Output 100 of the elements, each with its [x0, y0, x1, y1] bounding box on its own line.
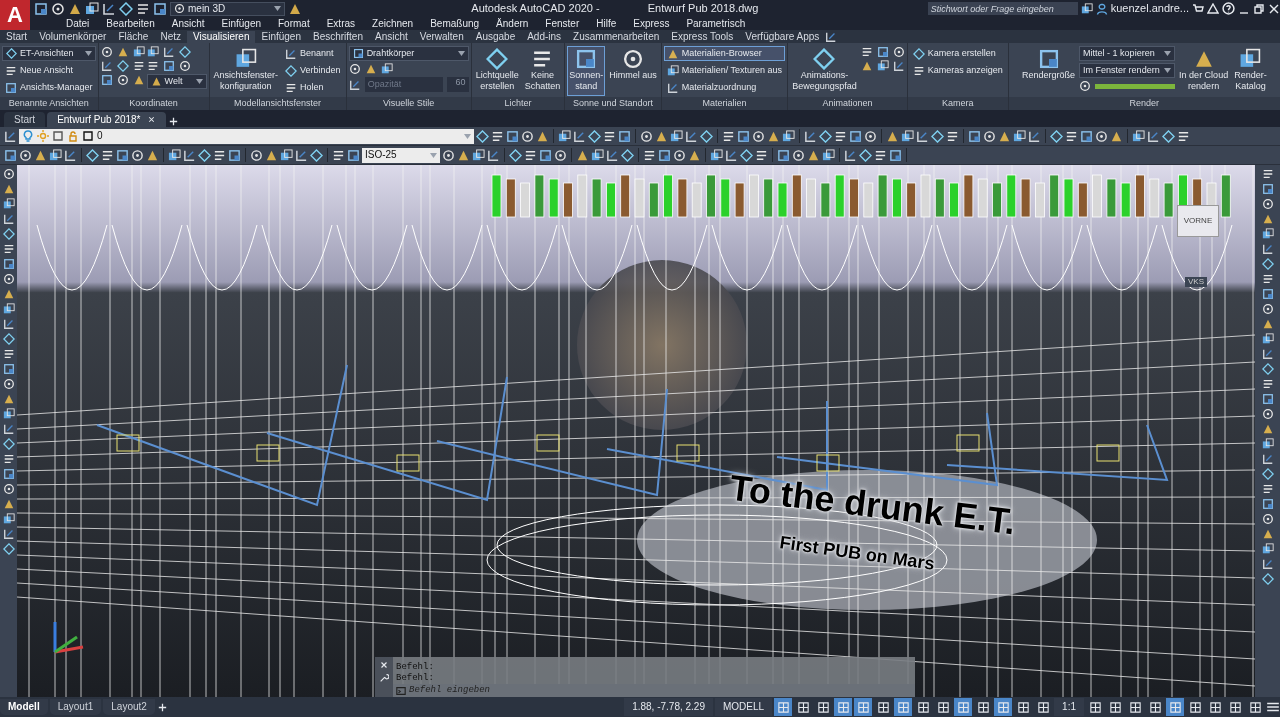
tool-icon[interactable] — [2, 528, 15, 540]
tool-icon[interactable] — [643, 148, 656, 162]
square-icon[interactable] — [82, 130, 94, 142]
tool-icon[interactable] — [876, 60, 889, 72]
tool-icon[interactable] — [1261, 333, 1274, 345]
tool-icon[interactable] — [162, 46, 175, 58]
ribbon-tab[interactable]: Add-ins — [521, 30, 568, 43]
application-logo[interactable]: A — [0, 0, 30, 30]
tool-icon[interactable] — [804, 129, 817, 143]
menu-item[interactable]: Ansicht — [171, 17, 205, 30]
wrench-icon[interactable] — [379, 673, 389, 683]
tool-icon[interactable] — [2, 318, 15, 330]
tool-icon[interactable] — [132, 46, 145, 58]
tool-icon[interactable] — [685, 129, 698, 143]
tool-icon[interactable] — [49, 148, 62, 162]
tool-icon[interactable] — [946, 129, 959, 143]
tool-icon[interactable] — [472, 148, 485, 162]
tool-icon[interactable] — [168, 148, 181, 162]
ribbon-button[interactable]: Kamera erstellen — [909, 46, 1006, 61]
model-space-toggle[interactable]: MODELL — [714, 698, 773, 716]
ribbon-button[interactable]: Ansichts-Manager — [2, 80, 96, 95]
status-toggle[interactable] — [894, 698, 913, 716]
annotation-scale[interactable]: 1:1 — [1054, 698, 1084, 716]
tool-icon[interactable] — [2, 423, 15, 435]
ribbon-tab[interactable]: Netz — [154, 30, 187, 43]
tool-icon[interactable] — [558, 129, 571, 143]
tool-icon[interactable] — [1147, 129, 1160, 143]
status-toggle[interactable] — [954, 698, 973, 716]
layer-dropdown[interactable]: 0 — [19, 128, 474, 144]
ucs-menu[interactable]: VKS — [1185, 277, 1207, 287]
ribbon-tab[interactable]: Start — [0, 30, 34, 43]
tool-icon[interactable] — [822, 148, 835, 162]
tool-icon[interactable] — [119, 1, 133, 16]
dropdown[interactable]: Mittel - 1 kopieren — [1079, 46, 1176, 61]
tool-icon[interactable] — [591, 148, 604, 162]
plus-icon[interactable] — [156, 701, 168, 713]
cart-icon[interactable] — [1192, 2, 1204, 15]
ribbon-button[interactable]: In der Cloud rendern — [1177, 46, 1231, 96]
tool-icon[interactable] — [2, 438, 15, 450]
tool-icon[interactable] — [280, 148, 293, 162]
ribbon-button[interactable]: Keine Schatten — [522, 46, 563, 96]
user-icon[interactable] — [1095, 2, 1108, 15]
tool-icon[interactable] — [1261, 228, 1274, 240]
close-icon[interactable] — [379, 660, 389, 670]
tool-icon[interactable] — [603, 129, 616, 143]
frame-icon[interactable] — [52, 130, 64, 142]
tool-icon[interactable] — [1261, 543, 1274, 555]
tool-icon[interactable] — [64, 148, 77, 162]
tool-icon[interactable] — [100, 60, 113, 72]
tool-icon[interactable] — [2, 213, 15, 225]
tool-icon[interactable] — [573, 129, 586, 143]
menu-item[interactable]: Fenster — [545, 17, 580, 30]
tool-icon[interactable] — [782, 129, 795, 143]
ribbon-button[interactable]: Himmel aus — [607, 46, 659, 96]
tool-icon[interactable] — [85, 1, 99, 16]
tool-icon[interactable] — [874, 148, 887, 162]
tool-icon[interactable] — [116, 60, 129, 72]
tool-icon[interactable] — [491, 129, 504, 143]
tool-icon[interactable] — [722, 129, 735, 143]
tool-icon[interactable] — [2, 303, 15, 315]
tool-icon[interactable] — [755, 148, 768, 162]
tool-icon[interactable] — [844, 148, 857, 162]
ribbon-button[interactable]: Render- Katalog — [1232, 46, 1269, 96]
tool-icon[interactable] — [2, 228, 15, 240]
workspace-dropdown[interactable]: mein 3D — [170, 1, 285, 16]
ribbon-button[interactable]: Holen — [282, 80, 344, 95]
tool-icon[interactable] — [4, 129, 17, 143]
tool-icon[interactable] — [34, 1, 48, 16]
status-toggle[interactable] — [774, 698, 793, 716]
dropdown[interactable]: Welt — [146, 74, 207, 89]
ribbon-tab[interactable]: Visualisieren — [186, 30, 256, 43]
tool-icon[interactable] — [1261, 258, 1274, 270]
tool-icon[interactable] — [710, 148, 723, 162]
viewcube[interactable]: VORNE — [1177, 205, 1219, 237]
ribbon-button[interactable]: Materialien-Browser — [663, 46, 786, 61]
close-icon[interactable] — [146, 115, 156, 124]
menu-item[interactable]: Datei — [66, 17, 90, 30]
menu-icon[interactable] — [1266, 700, 1280, 714]
layout-tab[interactable]: Layout1 — [49, 699, 102, 715]
dropdown[interactable]: Drahtkörper — [348, 46, 469, 61]
menu-item[interactable]: Ändern — [496, 17, 529, 30]
menu-item[interactable]: Einfügen — [221, 17, 261, 30]
dimstyle-dropdown[interactable]: ISO-25 — [362, 147, 440, 163]
tool-icon[interactable] — [725, 148, 738, 162]
ribbon-tab[interactable]: Ausgabe — [469, 30, 522, 43]
tool-icon[interactable] — [916, 129, 929, 143]
user-name[interactable]: kuenzel.andre... — [1110, 1, 1189, 16]
tool-icon[interactable] — [213, 148, 226, 162]
ribbon-button[interactable]: Neue Ansicht — [2, 63, 96, 78]
document-tab[interactable]: Entwurf Pub 2018* — [47, 112, 166, 127]
tool-icon[interactable] — [487, 148, 500, 162]
ribbon-button[interactable]: Materialzuordnung — [663, 80, 786, 95]
tool-icon[interactable] — [1013, 129, 1026, 143]
ribbon-button[interactable]: Animations- Bewegungspfad — [790, 46, 859, 96]
tool-icon[interactable] — [524, 148, 537, 162]
tool-icon[interactable] — [1177, 129, 1190, 143]
ribbon-button[interactable]: Benannt — [282, 46, 344, 61]
ribbon-tab[interactable]: Verwalten — [413, 30, 470, 43]
tool-icon[interactable] — [102, 1, 116, 16]
tool-icon[interactable] — [146, 46, 159, 58]
